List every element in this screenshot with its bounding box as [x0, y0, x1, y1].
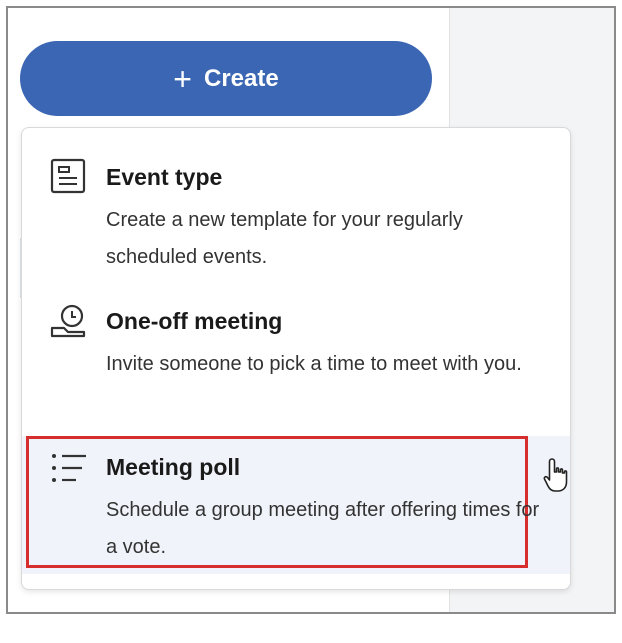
menu-item-description: Invite someone to pick a time to meet wi…	[106, 353, 522, 375]
menu-item-title: Meeting poll	[106, 454, 241, 480]
menu-item-event-type[interactable]: Event type Create a new template for you…	[22, 128, 570, 286]
menu-item-title: One-off meeting	[106, 308, 283, 334]
menu-item-description: Schedule a group meeting after offering …	[106, 499, 540, 558]
menu-item-description: Create a new template for your regularly…	[106, 209, 463, 268]
menu-item-one-off-meeting[interactable]: One-off meeting Invite someone to pick a…	[22, 286, 570, 436]
create-button[interactable]: + Create	[20, 41, 432, 116]
event-type-icon	[50, 158, 86, 194]
plus-icon: +	[173, 60, 192, 97]
create-button-label: Create	[203, 64, 279, 92]
screenshot-frame: + Create Event type Create a new templat…	[6, 6, 616, 614]
one-off-meeting-icon	[50, 304, 86, 338]
menu-item-title: Event type	[106, 164, 223, 190]
menu-item-meeting-poll[interactable]: Meeting poll Schedule a group meeting af…	[22, 436, 570, 574]
meeting-poll-icon	[52, 454, 86, 482]
create-menu: Event type Create a new template for you…	[21, 127, 571, 590]
hand-cursor-icon	[543, 458, 568, 492]
